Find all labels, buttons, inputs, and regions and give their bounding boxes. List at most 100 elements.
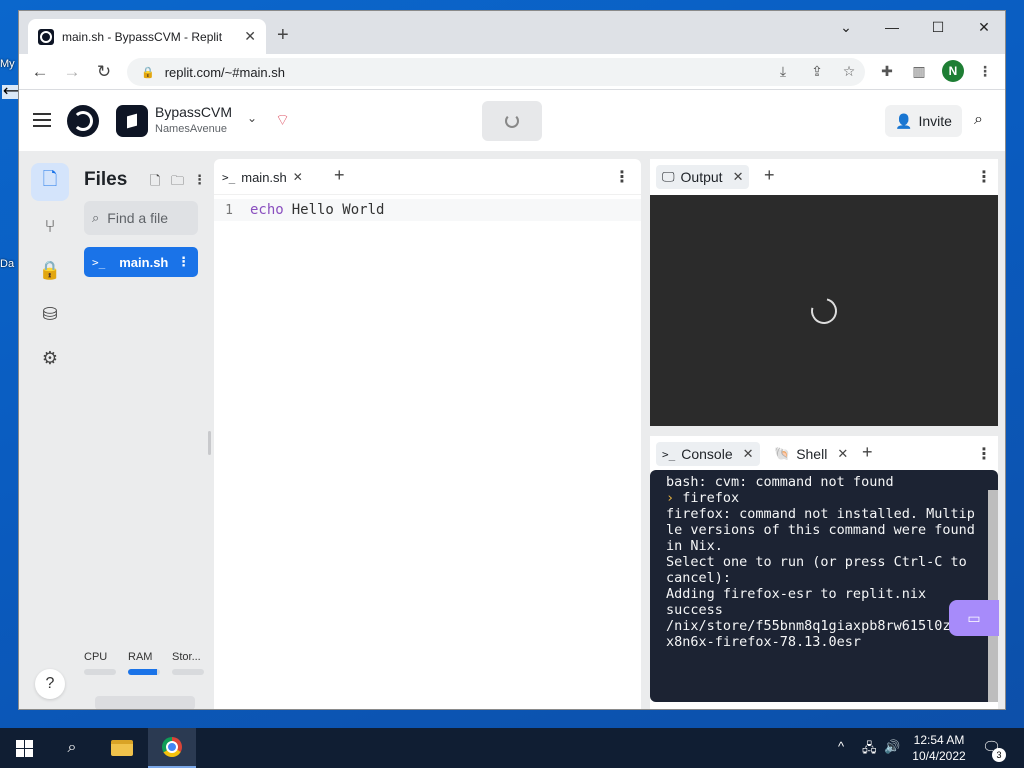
settings-gear-icon[interactable]: ⚙ — [31, 339, 69, 377]
browser-tab[interactable]: main.sh - BypassCVM - Replit ✕ — [28, 19, 266, 54]
desktop-icon-label[interactable]: My — [0, 58, 15, 70]
console-output[interactable]: bash: cvm: command not found › firefox f… — [650, 470, 998, 702]
repl-language-icon[interactable] — [116, 105, 148, 137]
shell-file-icon: >_ — [222, 170, 236, 184]
side-panel-icon[interactable]: ▥ — [909, 63, 929, 80]
console-scrollbar[interactable] — [988, 490, 998, 702]
code-line[interactable]: 1 echo Hello World — [214, 199, 641, 221]
network-icon[interactable]: 🖧 — [862, 739, 877, 761]
share-icon[interactable]: ⇪ — [807, 63, 827, 80]
editor-menu-icon[interactable]: ⋮ — [614, 167, 630, 187]
tool-sidebar: 🗋 ⑂ 🔒 ⛁ ⚙ ? — [19, 159, 73, 709]
run-button[interactable] — [482, 101, 542, 141]
tab-output[interactable]: 🖵 Output ✕ — [656, 165, 750, 189]
console-command: firefox — [682, 490, 740, 506]
output-webview[interactable] — [650, 195, 998, 426]
files-tool-icon[interactable]: 🗋 — [31, 163, 69, 201]
console-line: Select one to run (or press Ctrl-C to ca… — [666, 554, 975, 586]
pane-resize-handle[interactable] — [208, 431, 211, 455]
address-bar[interactable]: 🔒 replit.com/~#main.sh — [127, 58, 865, 86]
files-pane: Files 🗋 🗀 ⋮ ⌕ >_ main.sh ⋮ CPU RAM Stor.… — [77, 159, 206, 709]
console-line: success — [666, 602, 723, 618]
taskbar-clock[interactable]: 12:54 AM 10/4/2022 — [906, 732, 972, 764]
browser-menu-icon[interactable]: ⋮ — [975, 63, 995, 80]
install-app-icon[interactable]: ⤓ — [773, 63, 793, 80]
chrome-icon — [162, 737, 182, 757]
close-tab-icon[interactable]: ✕ — [733, 169, 744, 185]
tab-title: main.sh - BypassCVM - Replit — [62, 29, 223, 44]
taskbar-chrome[interactable] — [148, 728, 196, 768]
cpu-label: CPU — [84, 651, 108, 663]
ram-label: RAM — [128, 651, 153, 663]
maximize-button[interactable]: ☐ — [915, 11, 961, 43]
replit-header: BypassCVM NamesAvenue ⌄ ⌔ 👤 Invite ⌕ — [19, 91, 1005, 151]
files-menu-icon[interactable]: ⋮ — [193, 172, 206, 188]
extensions-puzzle-icon[interactable]: ✚ — [877, 63, 897, 80]
replit-logo-icon[interactable] — [67, 105, 99, 137]
taskbar-file-explorer[interactable] — [98, 728, 146, 768]
find-file-box[interactable]: ⌕ — [84, 201, 198, 235]
close-window-button[interactable]: ✕ — [961, 11, 1005, 43]
files-title: Files — [84, 169, 128, 190]
output-tab-label: Output — [680, 169, 723, 185]
code-text: Hello World — [291, 202, 385, 218]
add-folder-icon[interactable]: 🗀 — [171, 172, 184, 194]
reload-icon[interactable]: ↻ — [92, 60, 116, 84]
add-tab-button[interactable]: + — [764, 165, 775, 186]
console-tabs: >_ Console ✕ 🐚 Shell ✕ + ⋮ — [650, 436, 998, 472]
show-hidden-icons-chevron-icon[interactable]: ^ — [838, 739, 844, 754]
repl-owner[interactable]: NamesAvenue — [155, 123, 227, 135]
editor-tab-main-sh[interactable]: >_ main.sh ✕ — [222, 165, 303, 189]
database-icon[interactable]: ⛁ — [31, 295, 69, 333]
chevron-down-icon[interactable]: ⌄ — [247, 111, 257, 125]
tab-search-chevron-icon[interactable]: ⌄ — [823, 11, 869, 43]
search-icon[interactable]: ⌕ — [974, 111, 983, 129]
console-menu-icon[interactable]: ⋮ — [976, 444, 992, 464]
output-menu-icon[interactable]: ⋮ — [976, 167, 992, 187]
start-button[interactable] — [0, 728, 48, 768]
loading-spinner-icon — [806, 292, 842, 329]
editor-tab-label: main.sh — [241, 169, 287, 185]
hamburger-menu-icon[interactable] — [33, 113, 51, 127]
file-menu-icon[interactable]: ⋮ — [177, 254, 190, 270]
bookmark-star-icon[interactable]: ☆ — [839, 63, 859, 80]
help-question-icon[interactable]: ? — [35, 669, 65, 699]
profile-avatar[interactable]: N — [942, 60, 964, 82]
add-file-icon[interactable]: 🗋 — [150, 172, 160, 194]
minimize-button[interactable]: — — [869, 11, 915, 43]
storage-label: Stor... — [172, 651, 201, 663]
desktop-icon-label[interactable]: Da — [0, 258, 14, 270]
url-text[interactable]: replit.com/~#main.sh — [165, 65, 285, 80]
find-file-input[interactable] — [107, 210, 188, 226]
chat-bubble-icon[interactable]: ▭ — [949, 600, 999, 636]
close-tab-icon[interactable]: ✕ — [293, 170, 303, 184]
close-tab-icon[interactable]: ✕ — [743, 446, 754, 462]
line-number: 1 — [225, 202, 233, 218]
console-line-prompt: › firefox — [666, 490, 982, 506]
secrets-lock-icon[interactable]: 🔒 — [31, 251, 69, 289]
horizontal-scrollbar[interactable] — [95, 696, 195, 709]
close-tab-icon[interactable]: ✕ — [244, 28, 256, 45]
forward-arrow-icon[interactable]: → — [60, 60, 84, 84]
close-tab-icon[interactable]: ✕ — [837, 446, 848, 462]
console-line: /nix/store/f55bnm8q1giaxpb8rw615l0zflcx8… — [666, 618, 975, 650]
file-name: main.sh — [119, 254, 169, 270]
disconnected-wifi-icon[interactable]: ⌔ — [275, 110, 290, 130]
invite-button[interactable]: 👤 Invite — [885, 105, 962, 137]
repl-name[interactable]: BypassCVM — [155, 104, 232, 120]
console-tab-label: Console — [681, 446, 733, 462]
new-tab-button[interactable]: + — [277, 24, 289, 47]
folder-icon — [111, 740, 133, 756]
shell-tab-label: Shell — [796, 446, 828, 462]
editor-tabs: >_ main.sh ✕ + ⋮ — [214, 159, 641, 195]
volume-icon[interactable]: 🔊 — [884, 739, 900, 755]
add-tab-button[interactable]: + — [334, 165, 345, 186]
version-control-icon[interactable]: ⑂ — [31, 207, 69, 245]
file-item-main-sh[interactable]: >_ main.sh ⋮ — [84, 247, 198, 277]
tab-shell[interactable]: 🐚 Shell ✕ — [768, 442, 854, 466]
taskbar-search-icon[interactable]: ⌕ — [48, 728, 96, 768]
ram-meter — [128, 669, 160, 675]
tab-console[interactable]: >_ Console ✕ — [656, 442, 760, 466]
back-arrow-icon[interactable]: ← — [28, 60, 52, 84]
add-tab-button[interactable]: + — [862, 442, 873, 463]
